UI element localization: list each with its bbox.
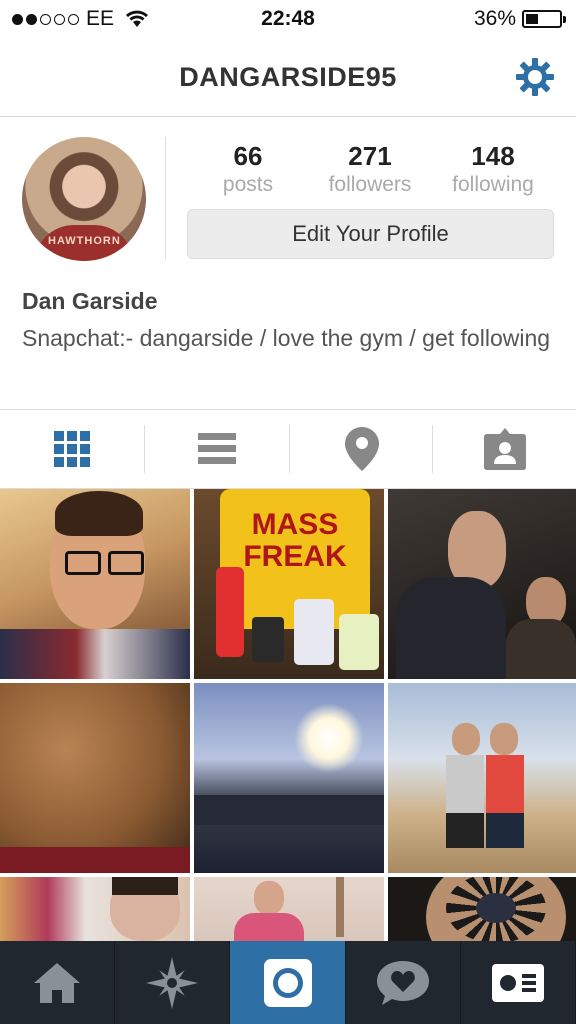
posts-count[interactable]: 66 posts — [206, 141, 290, 197]
posts-value: 66 — [233, 141, 263, 171]
photo-sunset-pool[interactable] — [194, 683, 384, 873]
tab-explore[interactable] — [115, 941, 231, 1024]
avatar-shirt-text: HAWTHORN — [48, 235, 121, 247]
posts-label: posts — [222, 173, 274, 196]
status-bar: EE 22:48 36% — [0, 0, 576, 38]
activity-heart-icon — [376, 960, 429, 1005]
tab-camera[interactable] — [230, 941, 346, 1024]
list-view-toggle[interactable] — [145, 410, 289, 488]
photo-selfie-glasses[interactable] — [0, 489, 190, 679]
followers-label: followers — [328, 173, 412, 196]
photo-tattoo-shoulder[interactable] — [388, 877, 576, 941]
view-toggle-bar — [0, 409, 576, 489]
explore-star-icon — [146, 956, 199, 1009]
tagged-view-toggle[interactable] — [433, 410, 576, 488]
photo-two-friends-balcony[interactable] — [388, 683, 576, 873]
tab-activity[interactable] — [346, 941, 461, 1024]
gear-icon[interactable] — [514, 56, 556, 98]
following-label: following — [452, 173, 534, 196]
followers-value: 271 — [348, 141, 392, 171]
followers-count[interactable]: 271 followers — [318, 141, 422, 197]
camera-icon — [263, 958, 312, 1007]
edit-profile-button[interactable]: Edit Your Profile — [187, 209, 554, 259]
photo-mirror-selfie[interactable] — [194, 877, 384, 941]
map-view-toggle[interactable] — [290, 410, 434, 488]
following-count[interactable]: 148 following — [442, 141, 544, 197]
profile-bio: Snapchat:- dangarside / love the gym / g… — [22, 325, 551, 351]
photo-grid: MASS FREAK — [0, 489, 576, 941]
profile-header: DANGARSIDE95 — [0, 38, 576, 117]
bottom-tab-bar — [0, 941, 576, 1024]
profile-avatar[interactable]: HAWTHORN — [22, 137, 146, 261]
photo-close-up-skin[interactable] — [0, 683, 190, 873]
location-pin-icon — [345, 427, 379, 471]
grid-icon — [54, 431, 90, 467]
photo-mass-freak-supplements[interactable]: MASS FREAK — [194, 489, 384, 679]
grid-view-toggle[interactable] — [0, 410, 144, 488]
divider — [165, 137, 166, 259]
home-icon — [34, 962, 81, 1003]
battery-percentage: 36% — [473, 7, 516, 30]
profile-card-icon — [491, 963, 544, 1002]
tab-home[interactable] — [0, 941, 116, 1024]
battery-icon — [522, 10, 566, 28]
tab-profile[interactable] — [461, 941, 576, 1024]
tagged-person-icon — [484, 428, 526, 470]
list-icon — [198, 433, 236, 464]
following-value: 148 — [471, 141, 515, 171]
profile-name: Dan Garside — [22, 288, 158, 314]
supplement-label: MASS FREAK — [243, 508, 347, 573]
username-title: DANGARSIDE95 — [179, 62, 397, 92]
photo-selfie-face[interactable] — [0, 877, 190, 941]
photo-night-out[interactable] — [388, 489, 576, 679]
